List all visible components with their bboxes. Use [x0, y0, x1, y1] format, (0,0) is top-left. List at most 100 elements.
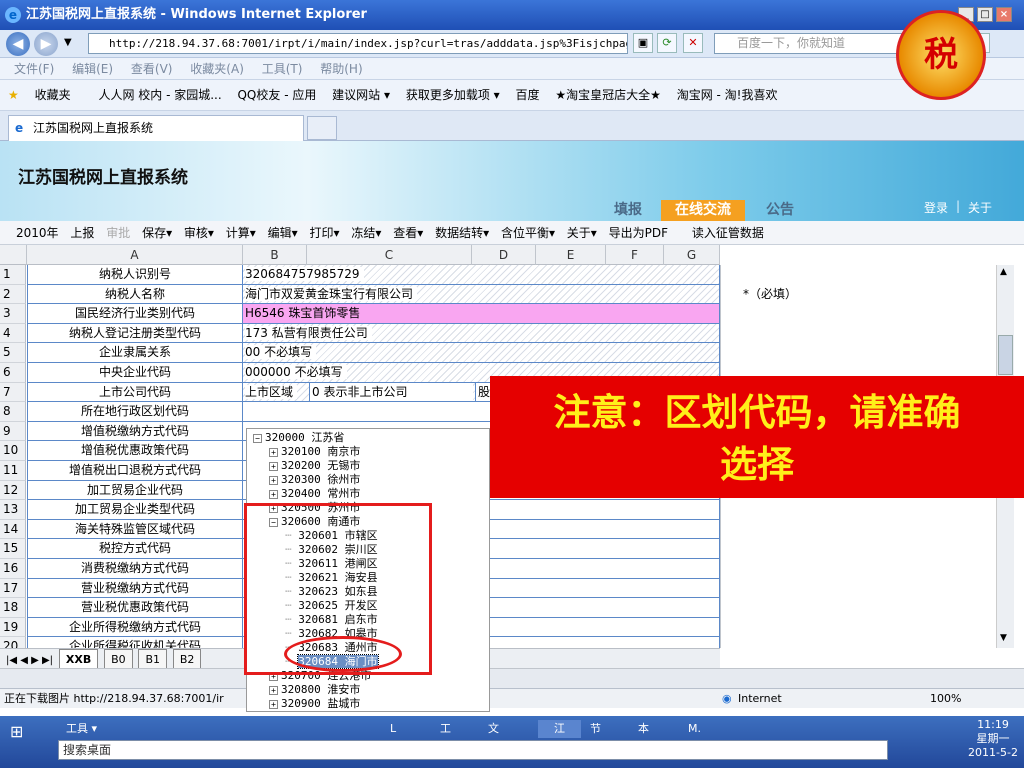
field-value-cell[interactable]: H6546 珠宝首饰零售	[243, 304, 720, 324]
row-number[interactable]: 18	[0, 598, 26, 618]
tree-node[interactable]: +320900 盐城市	[269, 697, 360, 711]
fav-link-taobao-crown[interactable]: ★淘宝皇冠店大全★	[555, 88, 661, 102]
taskbar-item-active[interactable]: 江	[538, 720, 581, 738]
balance-button[interactable]: 含位平衡▾	[501, 226, 555, 240]
view-button[interactable]: 查看▾	[393, 226, 423, 240]
taskbar-tools[interactable]: 工具 ▾	[66, 720, 97, 738]
row-number[interactable]: 20	[0, 637, 26, 648]
start-icon[interactable]: ⊞	[10, 722, 23, 741]
about-button[interactable]: 关于▾	[567, 226, 597, 240]
expand-icon[interactable]: +	[269, 447, 278, 457]
column-header-c[interactable]: C	[307, 245, 472, 265]
row-number[interactable]: 16	[0, 559, 26, 579]
new-tab-button[interactable]	[307, 116, 337, 140]
sheet-tab-b1[interactable]: B1	[138, 649, 167, 670]
tree-node[interactable]: +320200 无锡市	[269, 459, 360, 473]
expand-icon[interactable]: +	[269, 685, 278, 695]
freeze-button[interactable]: 冻结▾	[351, 226, 381, 240]
row-number[interactable]: 11	[0, 461, 26, 481]
row-number[interactable]: 14	[0, 519, 26, 540]
taskbar-item-3[interactable]: 文	[488, 720, 499, 738]
import-data-button[interactable]: 读入征管数据	[692, 226, 764, 240]
column-header-d[interactable]: D	[472, 245, 536, 265]
print-button[interactable]: 打印▾	[310, 226, 340, 240]
calculate-button[interactable]: 计算▾	[226, 226, 256, 240]
expand-icon[interactable]: +	[269, 475, 278, 485]
history-dropdown-icon[interactable]: ▼	[64, 37, 72, 48]
row-number[interactable]: 2	[0, 284, 26, 305]
forward-icon[interactable]: ▶	[34, 32, 58, 56]
compat-view-icon[interactable]: ▣	[633, 33, 653, 53]
collapse-icon[interactable]: −	[253, 433, 262, 443]
close-button[interactable]: ×	[996, 7, 1012, 22]
row-number[interactable]: 7	[0, 382, 26, 403]
zoom-level[interactable]: 100%	[930, 689, 961, 708]
save-button[interactable]: 保存▾	[142, 226, 172, 240]
menu-edit[interactable]: 编辑(E)	[72, 62, 113, 76]
field-value-cell[interactable]: 海门市双爱黄金珠宝行有限公司	[243, 284, 720, 305]
menu-tools[interactable]: 工具(T)	[262, 62, 303, 76]
back-icon[interactable]: ◀	[6, 32, 30, 56]
row-number[interactable]: 10	[0, 441, 26, 461]
field-value-cell[interactable]: 320684757985729	[243, 265, 720, 285]
expand-icon[interactable]: +	[269, 489, 278, 499]
row-number[interactable]: 1	[0, 265, 26, 285]
sheet-nav-icon[interactable]: |◀ ◀ ▶ ▶|	[6, 655, 53, 666]
nav-online-chat[interactable]: 在线交流	[661, 200, 745, 221]
audit-button[interactable]: 审核▾	[184, 226, 214, 240]
tree-node[interactable]: +320800 淮安市	[269, 683, 360, 697]
field-value-cell[interactable]: 173 私营有限责任公司	[243, 323, 720, 344]
horizontal-scrollbar[interactable]	[0, 668, 1024, 688]
submit-button[interactable]: 上报	[70, 226, 94, 240]
row-number[interactable]: 12	[0, 480, 26, 501]
desktop-search-input[interactable]: 搜索桌面	[58, 740, 888, 760]
column-header-e[interactable]: E	[536, 245, 606, 265]
maximize-button[interactable]: □	[977, 7, 993, 22]
scroll-thumb[interactable]	[998, 335, 1013, 375]
expand-icon[interactable]: +	[269, 699, 278, 709]
row-number[interactable]: 13	[0, 500, 26, 520]
sheet-tab-b0[interactable]: B0	[104, 649, 133, 670]
about-link[interactable]: 关于	[968, 199, 992, 216]
menu-file[interactable]: 文件(F)	[14, 62, 54, 76]
fav-link-renren[interactable]: 人人网 校内 - 家园城...	[98, 88, 221, 102]
row-number[interactable]: 15	[0, 539, 26, 559]
row-number[interactable]: 6	[0, 363, 26, 383]
row-number[interactable]: 9	[0, 421, 26, 442]
menu-help[interactable]: 帮助(H)	[320, 62, 362, 76]
browser-tab-active[interactable]: e 江苏国税网上直报系统	[8, 115, 304, 141]
taskbar-item-6[interactable]: 本	[638, 720, 649, 738]
listing-code-value[interactable]: 0 表示非上市公司	[309, 382, 473, 402]
menu-favorites[interactable]: 收藏夹(A)	[190, 62, 244, 76]
row-number[interactable]: 3	[0, 304, 26, 324]
year-button[interactable]: 2010年	[16, 226, 59, 240]
refresh-icon[interactable]: ⟳	[657, 33, 677, 53]
field-value-cell[interactable]: 00 不必填写	[243, 343, 720, 363]
tree-node[interactable]: +320100 南京市	[269, 445, 360, 459]
row-number[interactable]: 5	[0, 343, 26, 363]
sheet-tab-xxb[interactable]: XXB	[58, 649, 99, 670]
scroll-up-icon[interactable]: ▲	[1000, 267, 1007, 277]
fav-link-qq[interactable]: QQ校友 - 应用	[237, 88, 316, 102]
nav-notice[interactable]: 公告	[752, 200, 808, 221]
column-header-a[interactable]: A	[27, 245, 243, 265]
menu-view[interactable]: 查看(V)	[131, 62, 173, 76]
column-header-b[interactable]: B	[243, 245, 307, 265]
column-header-f[interactable]: F	[606, 245, 664, 265]
taskbar-item-7[interactable]: M.	[688, 720, 701, 738]
taskbar-item-5[interactable]: 节	[590, 720, 601, 738]
fav-link-baidu[interactable]: 百度	[516, 88, 540, 102]
fav-link-addons[interactable]: 获取更多加载项 ▾	[406, 88, 500, 102]
login-link[interactable]: 登录	[924, 199, 948, 216]
scroll-down-icon[interactable]: ▼	[1000, 633, 1007, 643]
row-number[interactable]: 8	[0, 402, 26, 422]
fav-link-suggested[interactable]: 建议网站 ▾	[332, 88, 390, 102]
export-pdf-button[interactable]: 导出为PDF	[609, 226, 668, 240]
edit-button[interactable]: 编辑▾	[268, 226, 298, 240]
nav-fill[interactable]: 填报	[600, 200, 656, 221]
column-header-g[interactable]: G	[664, 245, 720, 265]
carryover-button[interactable]: 数据结转▾	[435, 226, 489, 240]
tree-node[interactable]: +320400 常州市	[269, 487, 360, 501]
stop-icon[interactable]: ✕	[683, 33, 703, 53]
url-input[interactable]: http://218.94.37.68:7001/irpt/i/main/ind…	[88, 33, 628, 54]
